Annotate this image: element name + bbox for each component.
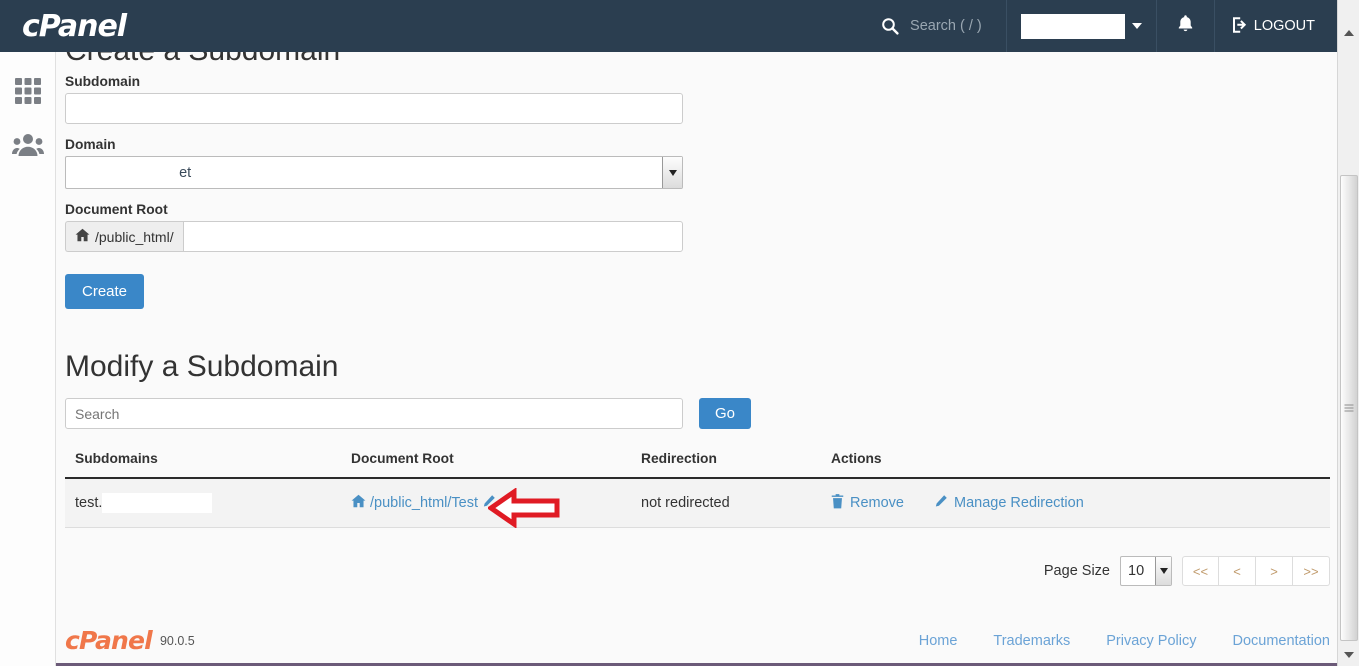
- logout-label: LOGOUT: [1253, 18, 1315, 34]
- col-header-redirection: Redirection: [631, 451, 821, 479]
- go-button[interactable]: Go: [699, 398, 752, 429]
- page-next-button[interactable]: >: [1256, 556, 1293, 586]
- page-last-button[interactable]: >>: [1293, 556, 1330, 586]
- manage-redirection-action[interactable]: Manage Redirection: [934, 494, 1084, 512]
- pagination: Page Size 10 << < > >>: [65, 556, 1330, 586]
- domain-group: Domain .net: [65, 137, 1327, 189]
- manage-redirection-label: Manage Redirection: [954, 495, 1084, 511]
- search-icon: [881, 17, 899, 35]
- modify-section-title: Modify a Subdomain: [65, 350, 339, 383]
- page-size-select-arrow[interactable]: [1155, 557, 1171, 585]
- footer-links: Home Trademarks Privacy Policy Documenta…: [919, 633, 1330, 649]
- table-body: test. /public_html/Test not redirected R…: [65, 478, 1330, 529]
- logout-icon: [1231, 15, 1249, 37]
- domain-select[interactable]: .net: [65, 156, 683, 189]
- page-first-button[interactable]: <<: [1182, 556, 1219, 586]
- header-search[interactable]: Search ( / ): [857, 0, 1006, 52]
- docroot-group: Document Root /public_html/: [65, 202, 1327, 252]
- scroll-down-button[interactable]: [1338, 644, 1359, 666]
- footer-link-documentation[interactable]: Documentation: [1232, 633, 1330, 649]
- logout-button[interactable]: LOGOUT: [1215, 0, 1337, 52]
- account-name: [1020, 13, 1125, 39]
- footer-cpanel-logo: cPanel: [65, 626, 153, 655]
- docroot-prefix-text: /public_html/: [95, 228, 174, 245]
- home-icon: [75, 228, 90, 245]
- docroot-prefix: /public_html/: [65, 221, 183, 252]
- chevron-down-icon: [1159, 568, 1168, 574]
- subdomain-label: Subdomain: [65, 74, 141, 89]
- account-menu[interactable]: [1007, 0, 1156, 52]
- top-header: cPanel Search ( / ) LOGOUT: [0, 0, 1337, 52]
- sidebar-item-tools[interactable]: [0, 66, 55, 120]
- table-head: Subdomains Document Root Redirection Act…: [65, 451, 1330, 479]
- col-header-subdomains: Subdomains: [65, 451, 341, 479]
- cpanel-logo[interactable]: cPanel: [22, 9, 147, 44]
- page-footer: cPanel 90.0.5 Home Trademarks Privacy Po…: [65, 612, 1330, 655]
- domain-select-arrow[interactable]: [662, 157, 682, 188]
- table-header-row: Subdomains Document Root Redirection Act…: [65, 451, 1330, 479]
- domain-redaction: [74, 160, 179, 186]
- cell-subdomain: test.: [65, 478, 341, 528]
- page-title: Create a Subdomain: [65, 52, 340, 68]
- col-header-document-root: Document Root: [341, 451, 631, 479]
- remove-action[interactable]: Remove: [831, 493, 904, 513]
- remove-label: Remove: [850, 495, 904, 511]
- scrollbar-thumb[interactable]: [1340, 175, 1358, 641]
- subdomain-name: test.: [75, 495, 103, 511]
- create-button[interactable]: Create: [65, 274, 145, 309]
- table-row: test. /public_html/Test not redirected R…: [65, 478, 1330, 529]
- trash-icon: [831, 493, 844, 513]
- subdomain-group: Subdomain: [65, 74, 1327, 124]
- col-header-actions: Actions: [821, 451, 1330, 479]
- cell-redirection: not redirected: [631, 478, 821, 528]
- grid-icon: [13, 76, 43, 111]
- left-sidebar: [0, 52, 56, 666]
- red-arrow-annotation: [486, 487, 560, 532]
- chevron-down-icon: [668, 169, 677, 176]
- vertical-scrollbar[interactable]: [1337, 0, 1359, 666]
- modify-search-row: Go: [65, 398, 1327, 429]
- sidebar-item-user-manager[interactable]: [0, 120, 55, 174]
- pagination-buttons: << < > >>: [1182, 556, 1330, 586]
- main-content: Create a Subdomain Subdomain Domain .net: [56, 52, 1337, 666]
- search-input[interactable]: [65, 398, 683, 429]
- page-prev-button[interactable]: <: [1219, 556, 1256, 586]
- domain-label: Domain: [65, 137, 116, 152]
- users-icon: [11, 132, 44, 163]
- domain-select-face: .net: [65, 156, 683, 189]
- cell-actions: Remove Manage Redirection: [821, 478, 1330, 528]
- docroot-input[interactable]: [182, 221, 683, 252]
- page-size-label: Page Size: [1043, 563, 1110, 579]
- notifications-button[interactable]: [1157, 0, 1214, 52]
- cell-document-root: /public_html/Test: [341, 478, 631, 529]
- footer-link-privacy-policy[interactable]: Privacy Policy: [1106, 633, 1196, 649]
- chevron-down-icon: [1343, 652, 1354, 658]
- subdomains-table: Subdomains Document Root Redirection Act…: [65, 451, 1330, 529]
- footer-version: 90.0.5: [159, 633, 195, 648]
- footer-link-trademarks[interactable]: Trademarks: [993, 633, 1070, 649]
- scroll-up-button[interactable]: [1338, 22, 1359, 44]
- home-icon: [351, 494, 366, 512]
- scrollbar-grip: [1344, 403, 1354, 414]
- document-root-link[interactable]: /public_html/Test: [370, 495, 478, 511]
- subdomain-input[interactable]: [65, 93, 683, 124]
- footer-link-home[interactable]: Home: [919, 633, 958, 649]
- search-placeholder: Search ( / ): [910, 18, 982, 34]
- docroot-input-group: /public_html/: [65, 221, 683, 252]
- docroot-label: Document Root: [65, 202, 168, 217]
- bell-icon: [1177, 14, 1194, 38]
- cpanel-page: cPanel Search ( / ) LOGOUT Subdomain Dom…: [0, 0, 1359, 666]
- subdomain-redaction: [102, 493, 213, 513]
- page-size-select[interactable]: 10: [1120, 556, 1172, 586]
- chevron-up-icon: [1343, 30, 1354, 36]
- chevron-down-icon: [1131, 23, 1142, 29]
- pencil-icon: [934, 494, 948, 512]
